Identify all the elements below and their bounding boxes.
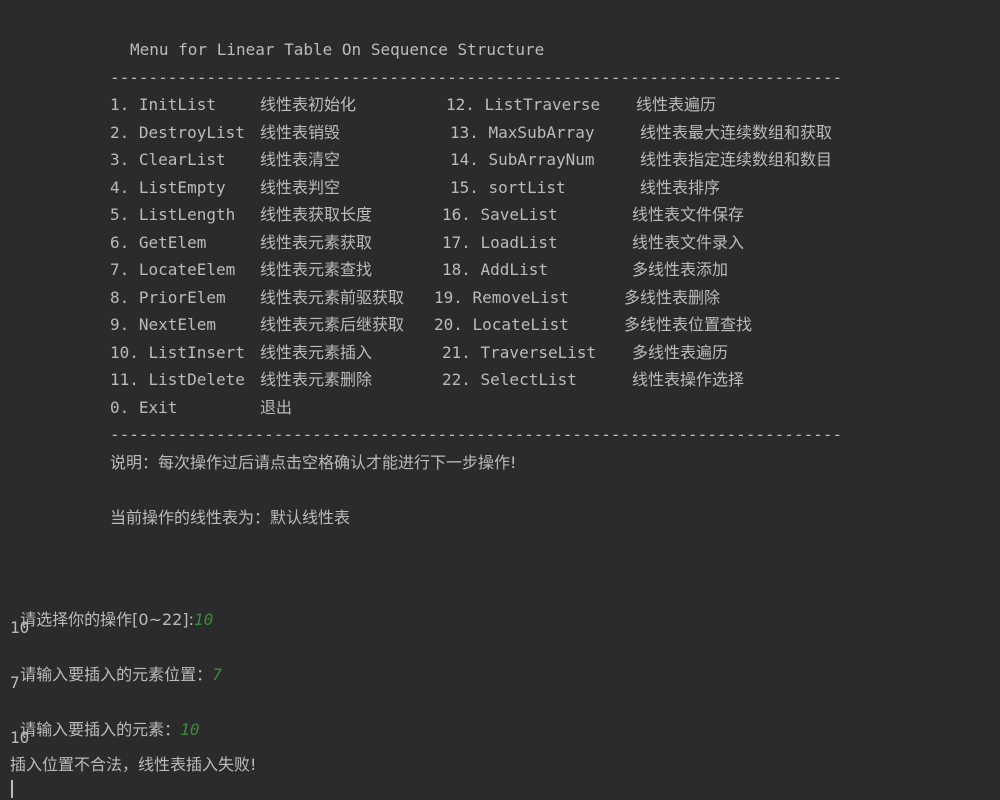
menu-item-label: 12. ListTraverse <box>446 95 601 114</box>
current-table-label: 当前操作的线性表为：默认线性表 <box>110 508 351 527</box>
menu-item-desc: 线性表元素后继获取 <box>260 315 405 334</box>
menu-item-label: 18. AddList <box>442 260 548 279</box>
menu-item-label: 0. Exit <box>110 398 178 417</box>
menu-item-label: 14. SubArrayNum <box>450 150 595 169</box>
menu-item-label: 17. LoadList <box>442 233 558 252</box>
result-message: 插入位置不合法，线性表插入失败! <box>10 755 257 774</box>
menu-item-desc: 线性表文件录入 <box>632 233 745 252</box>
menu-title: Menu for Linear Table On Sequence Struct… <box>130 40 545 59</box>
prompt-element: 请输入要插入的元素： <box>20 720 181 739</box>
usage-note: 说明：每次操作过后请点击空格确认才能进行下一步操作! <box>110 453 517 472</box>
menu-item-label: 2. DestroyList <box>110 123 245 142</box>
menu-item-desc: 线性表指定连续数组和数目 <box>640 150 833 169</box>
menu-item-label: 22. SelectList <box>442 370 577 389</box>
menu-item-desc: 线性表排序 <box>640 178 721 197</box>
console-window[interactable]: { "menu": { "title": "Menu for Linear Ta… <box>0 0 1000 800</box>
menu-item-desc: 线性表销毁 <box>260 123 341 142</box>
prompt-select-line: 请选择你的操作[0~22]:10 <box>10 590 213 629</box>
menu-item-desc: 多线性表添加 <box>632 260 729 279</box>
user-input-position: 7 <box>212 665 222 684</box>
menu-item-desc: 线性表获取长度 <box>260 205 373 224</box>
menu-item-label: 4. ListEmpty <box>110 178 226 197</box>
menu-item-label: 6. GetElem <box>110 233 207 252</box>
prompt-position: 请输入要插入的元素位置： <box>20 665 213 684</box>
menu-item-label: 15. sortList <box>450 178 566 197</box>
user-input-element: 10 <box>180 720 200 739</box>
menu-item-label: 21. TraverseList <box>442 343 597 362</box>
divider-bottom: ----------------------------------------… <box>110 425 843 444</box>
echo-position: 7 <box>10 673 20 692</box>
menu-item-desc: 线性表元素删除 <box>260 370 373 389</box>
menu-item-label: 10. ListInsert <box>110 343 245 362</box>
menu-item-label: 5. ListLength <box>110 205 236 224</box>
menu-item-desc: 线性表文件保存 <box>632 205 745 224</box>
menu-item-desc: 线性表元素前驱获取 <box>260 288 405 307</box>
menu-item-desc: 线性表判空 <box>260 178 341 197</box>
menu-item-desc: 线性表遍历 <box>636 95 717 114</box>
menu-item-desc: 多线性表删除 <box>624 288 721 307</box>
menu-item-desc: 线性表清空 <box>260 150 341 169</box>
menu-item-desc: 线性表操作选择 <box>632 370 745 389</box>
menu-item-desc: 线性表元素获取 <box>260 233 373 252</box>
menu-item-desc: 线性表元素查找 <box>260 260 373 279</box>
echo-element: 10 <box>10 728 30 747</box>
user-input-select: 10 <box>194 610 214 629</box>
menu-item-label: 19. RemoveList <box>434 288 569 307</box>
menu-item-label: 1. InitList <box>110 95 216 114</box>
menu-item-label: 16. SaveList <box>442 205 558 224</box>
divider-top: ----------------------------------------… <box>110 68 843 87</box>
echo-select: 10 <box>10 618 30 637</box>
menu-item-desc: 退出 <box>260 398 293 417</box>
menu-item-desc: 多线性表遍历 <box>632 343 729 362</box>
menu-item-desc: 线性表元素插入 <box>260 343 373 362</box>
text-cursor[interactable] <box>11 780 13 798</box>
menu-item-label: 9. NextElem <box>110 315 216 334</box>
menu-item-desc: 线性表初始化 <box>260 95 357 114</box>
menu-item-label: 3. ClearList <box>110 150 226 169</box>
menu-item-label: 20. LocateList <box>434 315 569 334</box>
prompt-element-line: 请输入要插入的元素：10 <box>10 700 199 739</box>
menu-item-label: 11. ListDelete <box>110 370 245 389</box>
menu-item-desc: 多线性表位置查找 <box>624 315 753 334</box>
menu-item-label: 13. MaxSubArray <box>450 123 595 142</box>
prompt-position-line: 请输入要插入的元素位置：7 <box>10 645 222 684</box>
menu-item-label: 7. LocateElem <box>110 260 236 279</box>
prompt-select: 请选择你的操作[0~22]: <box>20 610 194 629</box>
menu-item-label: 8. PriorElem <box>110 288 226 307</box>
menu-item-desc: 线性表最大连续数组和获取 <box>640 123 833 142</box>
